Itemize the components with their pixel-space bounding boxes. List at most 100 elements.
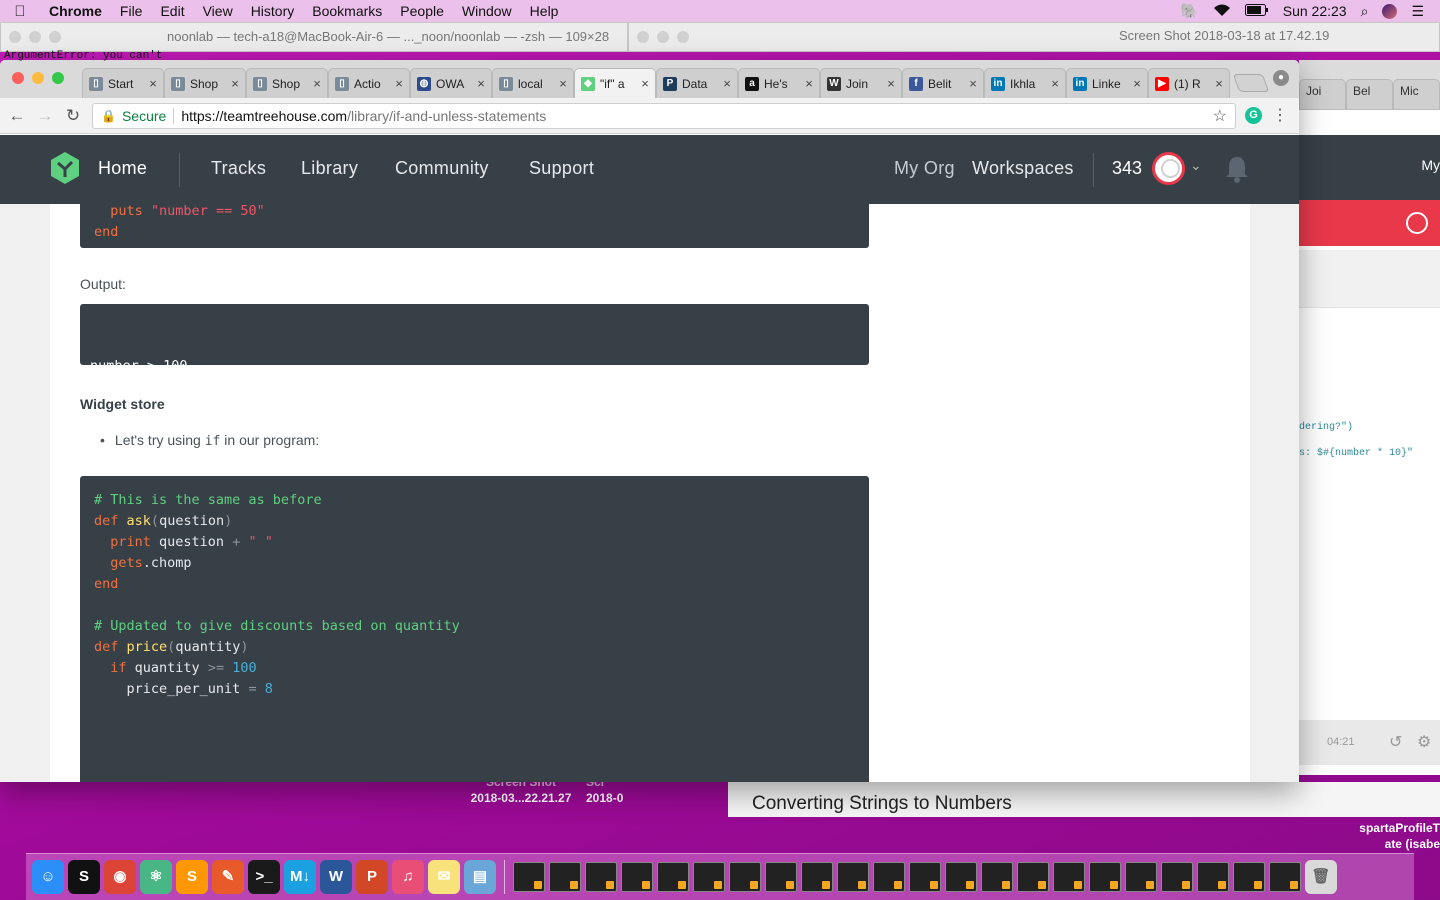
close-tab-icon[interactable]: × — [803, 76, 815, 91]
spotlight-search-icon[interactable]: ⌕ — [1361, 3, 1369, 20]
minimized-window-thumbnail[interactable] — [801, 862, 833, 892]
points-count[interactable]: 343 — [1112, 158, 1142, 179]
nav-my-org-link[interactable]: My Org — [894, 158, 955, 179]
browser-tab[interactable]: P Data × — [656, 68, 738, 98]
menu-window[interactable]: Window — [453, 3, 521, 19]
preview-icon[interactable]: ▤ — [464, 860, 496, 894]
chrome-menu-icon[interactable]: ⋮ — [1272, 105, 1288, 125]
browser-tab[interactable]: in Ikhla × — [984, 68, 1066, 98]
profile-icon[interactable]: ● — [1273, 70, 1289, 86]
wifi-icon[interactable] — [1213, 3, 1231, 20]
minimized-window-thumbnail[interactable] — [873, 862, 905, 892]
minimized-window-thumbnail[interactable] — [1269, 862, 1301, 892]
word-icon[interactable]: W — [320, 860, 352, 894]
minimized-window-thumbnail[interactable] — [1017, 862, 1049, 892]
chrome-icon[interactable]: ◉ — [104, 860, 136, 894]
terminal-window[interactable]: noonlab — tech-a18@MacBook-Air-6 — ..._n… — [0, 22, 628, 52]
browser-tab[interactable]: a He's × — [738, 68, 820, 98]
close-tab-icon[interactable]: × — [721, 76, 733, 91]
minimized-window-thumbnail[interactable] — [945, 862, 977, 892]
background-tab[interactable]: Joi — [1299, 79, 1346, 109]
powerpoint-icon[interactable]: P — [356, 860, 388, 894]
minimize-window-button[interactable] — [32, 72, 44, 84]
minimized-window-thumbnail[interactable] — [513, 862, 545, 892]
close-tab-icon[interactable]: × — [475, 76, 487, 91]
screenshot-preview-window[interactable]: Screen Shot 2018-03-18 at 17.42.19 — [628, 22, 1440, 52]
close-tab-icon[interactable]: × — [885, 76, 897, 91]
menu-app-name[interactable]: Chrome — [40, 3, 111, 19]
browser-tab[interactable]: ▯ Shop × — [246, 68, 328, 98]
pencil-icon[interactable]: ✎ — [212, 860, 244, 894]
close-tab-icon[interactable]: × — [639, 76, 651, 91]
address-bar[interactable]: 🔒 Secure https://teamtreehouse.com /libr… — [92, 103, 1236, 129]
nav-support-link[interactable]: Support — [529, 158, 594, 179]
notification-center-icon[interactable]: ☰ — [1411, 3, 1424, 20]
reload-button[interactable]: ↻ — [62, 105, 84, 127]
browser-tab[interactable]: ▯ Actio × — [328, 68, 410, 98]
background-tab[interactable]: Mic — [1393, 79, 1440, 109]
browser-tab[interactable]: in Linke × — [1066, 68, 1148, 98]
minimized-window-thumbnail[interactable] — [981, 862, 1013, 892]
close-tab-icon[interactable]: × — [1049, 76, 1061, 91]
minimized-window-thumbnail[interactable] — [729, 862, 761, 892]
menu-bookmarks[interactable]: Bookmarks — [303, 3, 391, 19]
menu-history[interactable]: History — [242, 3, 304, 19]
itunes-icon[interactable]: ♫ — [392, 860, 424, 894]
record-icon[interactable] — [1406, 212, 1428, 234]
trash-icon[interactable]: 🗑 — [1305, 860, 1337, 894]
browser-tab[interactable]: ▯ local × — [492, 68, 574, 98]
minimized-window-thumbnail[interactable] — [1053, 862, 1085, 892]
atom-icon[interactable]: ⚛ — [140, 860, 172, 894]
minimized-window-thumbnail[interactable] — [837, 862, 869, 892]
back-button[interactable]: ← — [6, 105, 28, 127]
close-tab-icon[interactable]: × — [967, 76, 979, 91]
evernote-elephant-icon[interactable]: 🐘 — [1180, 2, 1199, 20]
sublime-icon[interactable]: S — [176, 860, 208, 894]
bookmark-star-icon[interactable]: ☆ — [1213, 106, 1227, 126]
minimized-window-thumbnail[interactable] — [693, 862, 725, 892]
menu-clock[interactable]: Sun 22:23 — [1283, 3, 1347, 19]
markdown-icon[interactable]: M↓ — [284, 860, 316, 894]
minimized-window-thumbnail[interactable] — [1233, 862, 1265, 892]
grammarly-extension-icon[interactable]: G — [1245, 107, 1262, 124]
menu-file[interactable]: File — [111, 3, 152, 19]
browser-tab[interactable]: W Join × — [820, 68, 902, 98]
minimized-window-thumbnail[interactable] — [585, 862, 617, 892]
minimized-window-thumbnail[interactable] — [657, 862, 689, 892]
close-window-button[interactable] — [12, 72, 24, 84]
background-browser-window[interactable]: Joi Bel Mic My dering?") s: $#{number * … — [1299, 60, 1440, 775]
minimized-window-thumbnail[interactable] — [909, 862, 941, 892]
desktop-file-label[interactable]: spartaProfileT ate (isabe — [1359, 820, 1440, 852]
nav-workspaces-link[interactable]: Workspaces — [972, 158, 1074, 179]
treehouse-logo-icon[interactable] — [48, 151, 82, 185]
battery-icon[interactable] — [1244, 3, 1269, 19]
minimized-window-thumbnail[interactable] — [1089, 862, 1121, 892]
nav-community-link[interactable]: Community — [395, 158, 489, 179]
terminal-icon[interactable]: >_ — [248, 860, 280, 894]
chevron-down-icon[interactable]: ⌄ — [1190, 157, 1202, 174]
browser-tab[interactable]: f Belit × — [902, 68, 984, 98]
close-tab-icon[interactable]: × — [1213, 76, 1225, 91]
user-avatar[interactable] — [1152, 152, 1185, 185]
minimized-window-thumbnail[interactable] — [549, 862, 581, 892]
browser-tab[interactable]: ◍ OWA × — [410, 68, 492, 98]
background-tab[interactable]: Bel — [1346, 79, 1393, 109]
close-tab-icon[interactable]: × — [1131, 76, 1143, 91]
minimized-window-thumbnail[interactable] — [621, 862, 653, 892]
sublime-s-icon[interactable]: S — [68, 860, 100, 894]
nav-library-link[interactable]: Library — [301, 158, 358, 179]
browser-tab[interactable]: ▯ Start × — [82, 68, 164, 98]
settings-icon[interactable]: ⚙ — [1417, 732, 1431, 752]
finder-icon[interactable]: ☺ — [32, 860, 64, 894]
nav-tracks-link[interactable]: Tracks — [211, 158, 266, 179]
siri-icon[interactable] — [1382, 3, 1398, 19]
close-tab-icon[interactable]: × — [393, 76, 405, 91]
menu-people[interactable]: People — [391, 3, 453, 19]
minimized-window-thumbnail[interactable] — [1161, 862, 1193, 892]
notifications-bell-icon[interactable] — [1224, 155, 1250, 183]
zoom-window-button[interactable] — [52, 72, 64, 84]
browser-tab[interactable]: ▶ (1) R × — [1148, 68, 1230, 98]
menu-view[interactable]: View — [194, 3, 242, 19]
browser-tab[interactable]: ▯ Shop × — [164, 68, 246, 98]
close-tab-icon[interactable]: × — [557, 76, 569, 91]
